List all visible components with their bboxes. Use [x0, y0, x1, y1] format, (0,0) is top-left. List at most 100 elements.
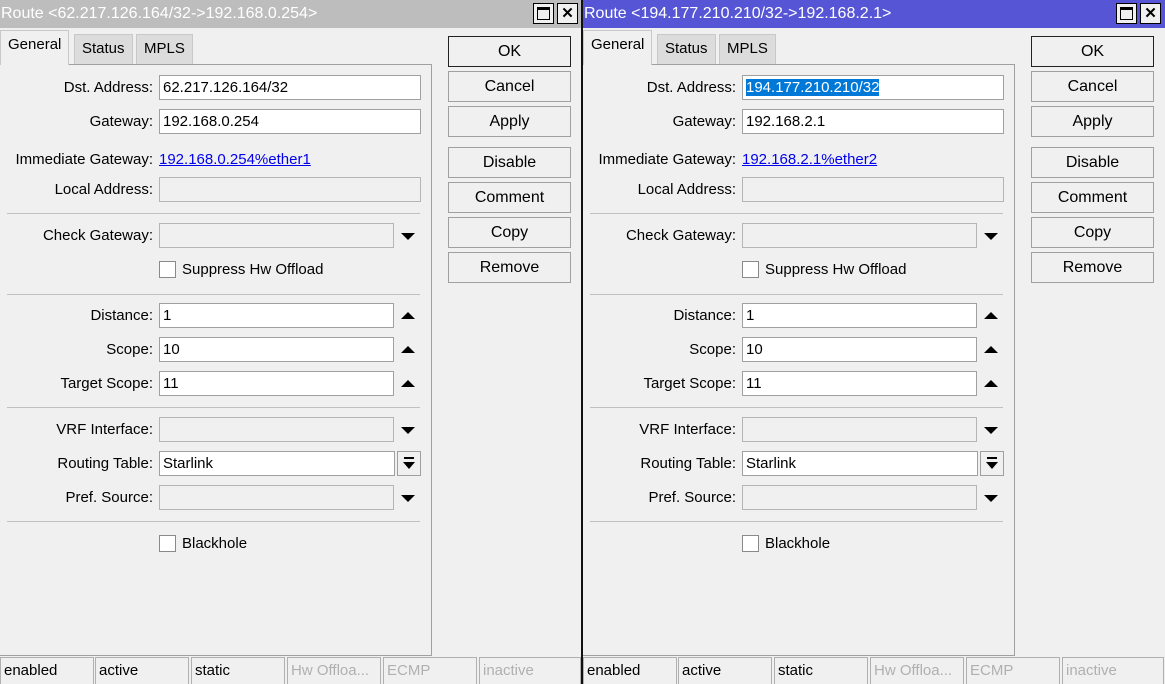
pref-source-input[interactable]: [159, 485, 394, 510]
close-button[interactable]: ✕: [557, 3, 578, 24]
target-scope-input[interactable]: 11: [159, 371, 394, 396]
dropdown-arrow-icon[interactable]: [983, 422, 999, 438]
vrf-interface-input[interactable]: [742, 417, 977, 442]
ok-button[interactable]: OK: [1031, 36, 1154, 67]
separator: [7, 294, 420, 295]
status-cell: inactive: [1062, 657, 1164, 684]
immediate-gateway-link[interactable]: 192.168.2.1%ether2: [742, 147, 877, 172]
gateway-input[interactable]: 192.168.0.254: [159, 109, 421, 134]
local-address-input[interactable]: [159, 177, 421, 202]
apply-button[interactable]: Apply: [448, 106, 571, 137]
immediate-gateway-link[interactable]: 192.168.0.254%ether1: [159, 147, 311, 172]
disable-button[interactable]: Disable: [1031, 147, 1154, 178]
cancel-button[interactable]: Cancel: [448, 71, 571, 102]
tab-status[interactable]: Status: [74, 34, 133, 64]
status-cell: Hw Offloa...: [287, 657, 381, 684]
scope-input[interactable]: 10: [742, 337, 977, 362]
collapse-arrow-icon[interactable]: [400, 342, 416, 358]
collapse-arrow-icon[interactable]: [400, 308, 416, 324]
dst-address-label: Dst. Address:: [646, 79, 736, 96]
dropdown-arrow-icon[interactable]: [983, 228, 999, 244]
maximize-button[interactable]: [533, 3, 554, 24]
suppress-hw-offload-checkbox[interactable]: [159, 261, 176, 278]
routing-table-label: Routing Table:: [640, 455, 736, 472]
ok-button[interactable]: OK: [448, 36, 571, 67]
distance-input[interactable]: 1: [159, 303, 394, 328]
routing-table-label: Routing Table:: [57, 455, 153, 472]
status-cell: active: [95, 657, 189, 684]
copy-button[interactable]: Copy: [448, 217, 571, 248]
tab-general[interactable]: General: [0, 30, 70, 65]
dropdown-arrow-icon[interactable]: [400, 228, 416, 244]
copy-button[interactable]: Copy: [1031, 217, 1154, 248]
disable-button[interactable]: Disable: [448, 147, 571, 178]
routing-table-dropdown-icon[interactable]: [980, 451, 1004, 476]
local-address-label: Local Address:: [54, 181, 153, 198]
dst-address-input[interactable]: 62.217.126.164/32: [159, 75, 421, 100]
dst-address-input[interactable]: 194.177.210.210/32: [742, 75, 1004, 100]
scope-label: Scope:: [106, 341, 153, 358]
scope-input[interactable]: 10: [159, 337, 394, 362]
status-cell: active: [678, 657, 772, 684]
dropdown-arrow-icon[interactable]: [400, 490, 416, 506]
immediate-gateway-label: Immediate Gateway:: [15, 151, 153, 168]
route-window: Route <62.217.126.164/32->192.168.0.254>…: [0, 0, 582, 684]
suppress-hw-offload-checkbox[interactable]: [742, 261, 759, 278]
tab-mpls[interactable]: MPLS: [719, 34, 776, 64]
separator: [7, 407, 420, 408]
vrf-interface-label: VRF Interface:: [56, 421, 153, 438]
tab-status[interactable]: Status: [657, 34, 716, 64]
blackhole-checkbox[interactable]: [159, 535, 176, 552]
immediate-gateway-label: Immediate Gateway:: [598, 151, 736, 168]
collapse-arrow-icon[interactable]: [983, 342, 999, 358]
distance-input[interactable]: 1: [742, 303, 977, 328]
window-title[interactable]: Route <194.177.210.210/32->192.168.2.1>: [583, 0, 1165, 28]
dropdown-arrow-icon[interactable]: [983, 490, 999, 506]
blackhole-label: Blackhole: [182, 535, 248, 552]
comment-button[interactable]: Comment: [1031, 182, 1154, 213]
vrf-interface-label: VRF Interface:: [639, 421, 736, 438]
remove-button[interactable]: Remove: [448, 252, 571, 283]
status-cell: ECMP: [966, 657, 1060, 684]
check-gateway-label: Check Gateway:: [42, 227, 153, 244]
target-scope-label: Target Scope:: [60, 375, 153, 392]
status-cell: enabled: [0, 657, 94, 684]
pref-source-label: Pref. Source:: [65, 489, 153, 506]
apply-button[interactable]: Apply: [1031, 106, 1154, 137]
collapse-arrow-icon[interactable]: [983, 308, 999, 324]
separator: [7, 213, 420, 214]
window-title[interactable]: Route <62.217.126.164/32->192.168.0.254>: [0, 0, 582, 28]
pref-source-input[interactable]: [742, 485, 977, 510]
routing-table-input[interactable]: Starlink: [159, 451, 395, 476]
separator: [590, 407, 1003, 408]
gateway-label: Gateway:: [672, 113, 736, 130]
comment-button[interactable]: Comment: [448, 182, 571, 213]
vrf-interface-input[interactable]: [159, 417, 394, 442]
suppress-hw-offload-label: Suppress Hw Offload: [182, 261, 324, 278]
routing-table-dropdown-icon[interactable]: [397, 451, 421, 476]
collapse-arrow-icon[interactable]: [983, 376, 999, 392]
close-button[interactable]: ✕: [1140, 3, 1161, 24]
separator: [7, 521, 420, 522]
maximize-button[interactable]: [1116, 3, 1137, 24]
target-scope-label: Target Scope:: [643, 375, 736, 392]
gateway-input[interactable]: 192.168.2.1: [742, 109, 1004, 134]
separator: [590, 213, 1003, 214]
routing-table-input[interactable]: Starlink: [742, 451, 978, 476]
blackhole-checkbox[interactable]: [742, 535, 759, 552]
target-scope-input[interactable]: 11: [742, 371, 977, 396]
route-window: Route <194.177.210.210/32->192.168.2.1> ✕…: [583, 0, 1165, 684]
collapse-arrow-icon[interactable]: [400, 376, 416, 392]
check-gateway-input[interactable]: [159, 223, 394, 248]
local-address-input[interactable]: [742, 177, 1004, 202]
tab-mpls[interactable]: MPLS: [136, 34, 193, 64]
status-cell: static: [774, 657, 868, 684]
tab-general[interactable]: General: [583, 30, 653, 65]
remove-button[interactable]: Remove: [1031, 252, 1154, 283]
distance-label: Distance:: [673, 307, 736, 324]
cancel-button[interactable]: Cancel: [1031, 71, 1154, 102]
check-gateway-label: Check Gateway:: [625, 227, 736, 244]
separator: [590, 294, 1003, 295]
check-gateway-input[interactable]: [742, 223, 977, 248]
dropdown-arrow-icon[interactable]: [400, 422, 416, 438]
